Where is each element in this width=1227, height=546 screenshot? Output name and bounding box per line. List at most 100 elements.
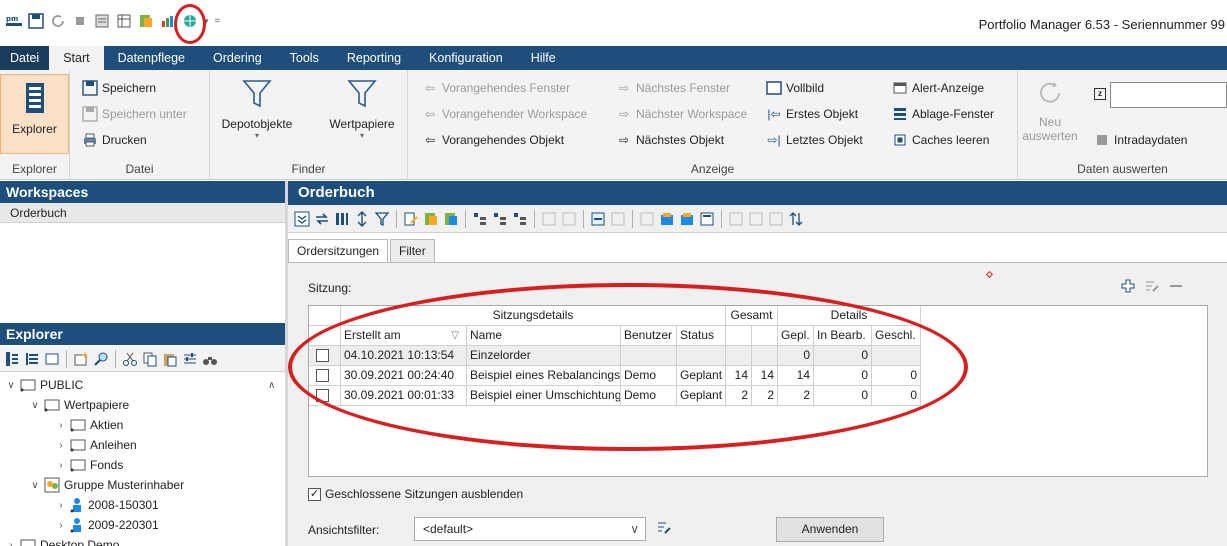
col-header-gesamt-2[interactable] xyxy=(752,326,778,346)
tree-node-aktien[interactable]: › Aktien xyxy=(56,415,123,435)
table-icon[interactable] xyxy=(116,13,132,29)
remove-icon[interactable] xyxy=(1168,278,1184,294)
col-header-geschl[interactable]: Geschl. xyxy=(872,326,921,346)
tree-node-public[interactable]: ∨ PUBLIC xyxy=(6,375,83,395)
table-row[interactable]: 30.09.2021 00:01:33 Beispiel einer Umsch… xyxy=(309,386,921,406)
col-header-gesamt-1[interactable] xyxy=(726,326,752,346)
apply-button[interactable]: Anwenden xyxy=(776,517,884,542)
search-icon[interactable] xyxy=(93,351,109,367)
settings-icon[interactable] xyxy=(182,351,198,367)
ablage-button[interactable]: Ablage-Fenster xyxy=(892,104,994,124)
prev-workspace-button[interactable]: ⇦ Vorangehender Workspace xyxy=(422,104,587,124)
print-button[interactable]: Drucken xyxy=(82,130,147,150)
orderbook-blue-icon[interactable] xyxy=(443,211,459,227)
tree-list-icon[interactable] xyxy=(24,351,40,367)
col-header-inbearb[interactable]: In Bearb. xyxy=(814,326,872,346)
qat-customize-icon[interactable]: = xyxy=(215,16,221,27)
paste-icon[interactable] xyxy=(162,351,178,367)
last-object-button[interactable]: ⇨| Letztes Objekt xyxy=(766,130,862,150)
col-header-user[interactable]: Benutzer xyxy=(621,326,677,346)
caches-button[interactable]: Caches leeren xyxy=(892,130,989,150)
binoculars-icon[interactable] xyxy=(202,351,218,367)
date-input[interactable] xyxy=(1110,82,1227,108)
view-filter-select[interactable]: <default> ∨ xyxy=(414,517,646,541)
fullscreen-button[interactable]: Vollbild xyxy=(766,78,824,98)
tab-ordersitzungen[interactable]: Ordersitzungen xyxy=(288,239,389,262)
disabled-tool-icon[interactable] xyxy=(561,211,577,227)
tab-datei[interactable]: Datei xyxy=(0,46,50,70)
tree-node-anleihen[interactable]: › Anleihen xyxy=(56,435,136,455)
next-workspace-button[interactable]: ⇨ Nächster Workspace xyxy=(616,104,747,124)
prev-object-button[interactable]: ⇦ Vorangehendes Objekt xyxy=(422,130,564,150)
collapse-icon[interactable] xyxy=(294,211,310,227)
add-icon[interactable] xyxy=(1120,278,1136,294)
neu-auswerten-button[interactable]: Neu auswerten xyxy=(1022,78,1078,143)
report-icon[interactable] xyxy=(94,13,110,29)
tab-konfiguration[interactable]: Konfiguration xyxy=(415,46,517,70)
disabled-tool-icon[interactable] xyxy=(639,211,655,227)
table-row[interactable]: 04.10.2021 10:13:54 Einzelorder 0 0 xyxy=(309,346,921,366)
explorer-button[interactable]: Explorer xyxy=(0,74,69,154)
columns-icon[interactable] xyxy=(334,211,350,227)
disabled-tool-icon[interactable] xyxy=(768,211,784,227)
next-object-button[interactable]: ⇨ Nächstes Objekt xyxy=(616,130,724,150)
tree-expand-icon[interactable] xyxy=(4,351,20,367)
alert-button[interactable]: Alert-Anzeige xyxy=(892,78,984,98)
funnel-icon[interactable] xyxy=(374,211,390,227)
tree-node-gruppe[interactable]: ∨ Gruppe Musterinhaber xyxy=(30,475,184,495)
tab-tools[interactable]: Tools xyxy=(276,46,333,70)
orderbook-icon[interactable] xyxy=(138,13,154,29)
tab-ordering[interactable]: Ordering xyxy=(199,46,276,70)
tab-filter[interactable]: Filter xyxy=(390,239,435,262)
sort-icon[interactable] xyxy=(788,211,804,227)
disabled-tool-icon[interactable] xyxy=(748,211,764,227)
transfer-icon[interactable] xyxy=(679,211,695,227)
checkmark-icon[interactable]: ✓ xyxy=(308,487,321,501)
save-icon[interactable] xyxy=(28,13,44,29)
table-row[interactable]: 30.09.2021 00:24:40 Beispiel eines Rebal… xyxy=(309,366,921,386)
col-header-name[interactable]: Name xyxy=(467,326,621,346)
document-icon[interactable] xyxy=(699,211,715,227)
row-checkbox[interactable] xyxy=(309,386,341,406)
row-checkbox[interactable] xyxy=(309,346,341,366)
first-object-button[interactable]: |⇦ Erstes Objekt xyxy=(766,104,858,124)
edit-filter-icon[interactable] xyxy=(656,520,672,536)
tab-datenpflege[interactable]: Datenpflege xyxy=(104,46,199,70)
depotobjekte-button[interactable]: Depotobjekte ▾ xyxy=(214,78,300,140)
cut-icon[interactable] xyxy=(122,351,138,367)
tree-view-icon[interactable] xyxy=(472,211,488,227)
window-icon[interactable] xyxy=(44,351,60,367)
tree-node-fonds[interactable]: › Fonds xyxy=(56,455,123,475)
save-button[interactable]: Speichern xyxy=(82,78,156,98)
edit-icon[interactable] xyxy=(1144,278,1160,294)
stop-icon[interactable] xyxy=(72,13,88,29)
order-ticket-icon[interactable] xyxy=(590,211,606,227)
tree-node-wertpapiere[interactable]: ∨ Wertpapiere xyxy=(30,395,129,415)
prev-window-button[interactable]: ⇦ Vorangehendes Fenster xyxy=(422,78,570,98)
copy-icon[interactable] xyxy=(142,351,158,367)
scroll-up-icon[interactable]: ∧ xyxy=(268,380,275,391)
row-checkbox[interactable] xyxy=(309,366,341,386)
checkbox[interactable] xyxy=(316,389,329,402)
tree-node-desktop-demo[interactable]: › Desktop Demo xyxy=(6,535,119,546)
tree-view-icon[interactable] xyxy=(512,211,528,227)
tab-hilfe[interactable]: Hilfe xyxy=(517,46,570,70)
edit-list-icon[interactable] xyxy=(403,211,419,227)
wertpapiere-button[interactable]: Wertpapiere ▾ xyxy=(320,78,404,140)
next-window-button[interactable]: ⇨ Nächstes Fenster xyxy=(616,78,730,98)
tree-node-2009-220301[interactable]: › 2009-220301 xyxy=(56,515,159,535)
tree-view-icon[interactable] xyxy=(492,211,508,227)
tree-node-2008-150301[interactable]: › 2008-150301 xyxy=(56,495,159,515)
disabled-tool-icon[interactable] xyxy=(728,211,744,227)
hide-closed-checkbox[interactable]: ✓ Geschlossene Sitzungen ausblenden xyxy=(308,487,523,501)
disabled-tool-icon[interactable] xyxy=(610,211,626,227)
col-header-gepl[interactable]: Gepl. xyxy=(778,326,814,346)
expand-vertical-icon[interactable] xyxy=(354,210,370,227)
swap-icon[interactable] xyxy=(314,211,330,227)
tab-reporting[interactable]: Reporting xyxy=(333,46,415,70)
orderbook-green-icon[interactable] xyxy=(423,211,439,227)
checkbox[interactable] xyxy=(316,349,329,362)
col-header-created[interactable]: Erstellt am ▽ xyxy=(341,326,467,346)
transfer-icon[interactable] xyxy=(659,211,675,227)
intraday-button[interactable]: Intradaydaten xyxy=(1094,130,1187,150)
